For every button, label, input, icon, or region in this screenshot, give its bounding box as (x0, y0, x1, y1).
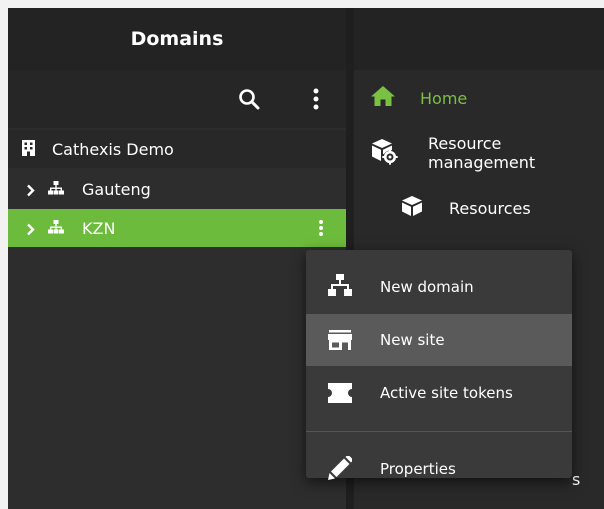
menu-item-properties[interactable]: Properties (306, 443, 572, 495)
cubes-gear-icon (370, 137, 398, 169)
nav-header (354, 8, 604, 70)
sitemap-icon (328, 274, 352, 302)
app-frame: Domains Cathexis Demo Gauteng KZN Home R… (8, 8, 604, 509)
menu-item-label: New site (380, 331, 445, 349)
pencil-icon (328, 454, 354, 484)
menu-item-label: New domain (380, 278, 474, 296)
sitemap-icon (48, 181, 64, 200)
tree-item-gauteng[interactable]: Gauteng (8, 170, 346, 208)
tree-item-kzn[interactable]: KZN (8, 209, 346, 247)
menu-item-active-site-tokens[interactable]: Active site tokens (306, 367, 572, 419)
nav-item-label: Resource management (428, 134, 536, 172)
building-icon (22, 140, 35, 160)
menu-item-new-domain[interactable]: New domain (306, 261, 572, 313)
context-menu: New domain New site Active site tokens P… (306, 250, 572, 480)
home-icon (370, 85, 396, 111)
panel-title: Domains (8, 8, 346, 70)
tree-item-label: Cathexis Demo (52, 139, 174, 159)
more-vertical-icon[interactable] (318, 219, 324, 241)
menu-item-label: Active site tokens (380, 384, 513, 402)
search-icon[interactable] (238, 88, 260, 114)
nav-item-label: Home (420, 88, 468, 108)
cube-icon (401, 195, 423, 221)
more-vertical-icon[interactable] (312, 87, 320, 115)
nav-item-label: Resources (449, 198, 531, 218)
domains-panel: Domains Cathexis Demo Gauteng KZN (8, 8, 346, 509)
tree-item-label: Gauteng (82, 179, 151, 199)
tree-item-label: KZN (82, 218, 116, 238)
nav-item-label-partial: s (572, 470, 581, 489)
sitemap-icon (48, 220, 64, 239)
menu-item-new-site[interactable]: New site (306, 314, 572, 366)
ticket-icon (328, 383, 352, 407)
nav-item-resources[interactable]: Resources (354, 188, 604, 228)
storefront-icon (328, 330, 352, 354)
nav-item-resource-management[interactable]: Resource management (354, 133, 604, 173)
menu-separator (306, 431, 572, 432)
chevron-right-icon[interactable] (26, 221, 35, 240)
domains-toolbar (8, 70, 346, 128)
tree-item-root[interactable]: Cathexis Demo (8, 130, 346, 168)
nav-item-home[interactable]: Home (354, 78, 604, 118)
menu-item-label: Properties (380, 460, 456, 478)
chevron-right-icon[interactable] (26, 182, 35, 201)
